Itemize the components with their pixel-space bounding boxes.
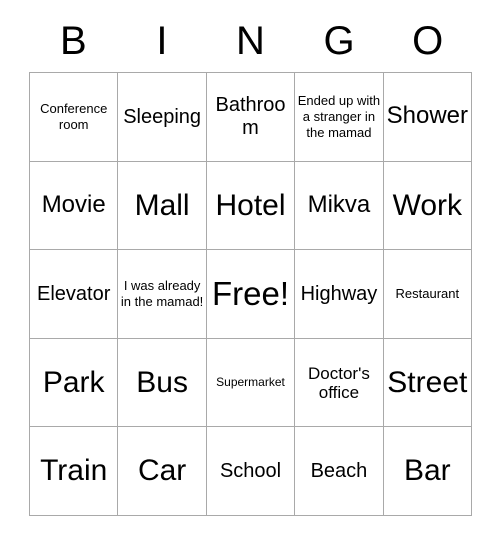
bingo-row: Train Car School Beach Bar — [30, 427, 473, 516]
bingo-cell-label: Bus — [136, 365, 188, 399]
bingo-cell-label: Shower — [386, 102, 469, 130]
bingo-grid: Conference room Sleeping Bathroom Ended … — [29, 72, 473, 516]
bingo-cell[interactable]: School — [206, 427, 296, 516]
bingo-cell-label: Movie — [41, 190, 106, 218]
bingo-cell[interactable]: Bathroom — [206, 73, 296, 162]
bingo-card: B I N G O Conference room Sleeping Bathr… — [29, 10, 473, 516]
bingo-cell[interactable]: Park — [30, 338, 119, 428]
bingo-cell[interactable]: Supermarket — [206, 338, 296, 428]
bingo-cell[interactable]: Car — [118, 427, 207, 516]
bingo-cell[interactable]: Conference room — [30, 73, 119, 162]
bingo-cell-label: Ended up with a stranger in the mamad — [297, 93, 381, 140]
bingo-cell[interactable]: Train — [30, 427, 119, 516]
bingo-cell-label: Restaurant — [395, 286, 460, 302]
bingo-header-letter-b: B — [59, 19, 87, 63]
bingo-cell-label: Highway — [300, 282, 378, 305]
bingo-cell[interactable]: Shower — [383, 73, 473, 162]
bingo-cell-label: Hotel — [215, 188, 286, 222]
bingo-row: Conference room Sleeping Bathroom Ended … — [30, 73, 473, 162]
bingo-cell[interactable]: I was already in the mamad! — [118, 250, 207, 339]
bingo-cell[interactable]: Ended up with a stranger in the mamad — [295, 73, 384, 162]
bingo-cell-label: Conference room — [40, 101, 108, 132]
bingo-row: Park Bus Supermarket Doctor's office Str… — [30, 338, 473, 428]
bingo-cell[interactable]: Highway — [295, 250, 384, 339]
bingo-cell-label: Free! — [212, 274, 290, 312]
bingo-cell[interactable]: Mall — [118, 161, 207, 251]
bingo-cell[interactable]: Bar — [383, 427, 473, 516]
bingo-row: Elevator I was already in the mamad! Fre… — [30, 250, 473, 339]
bingo-cell[interactable]: Sleeping — [118, 73, 207, 162]
bingo-cell-label: Elevator — [37, 282, 111, 305]
bingo-cell[interactable]: Restaurant — [383, 250, 473, 339]
bingo-header: B I N G O — [29, 10, 472, 72]
bingo-cell[interactable]: Work — [383, 161, 473, 251]
bingo-cell-label: Work — [392, 188, 463, 222]
bingo-header-letter-o: O — [412, 19, 444, 63]
bingo-header-letter-i: I — [156, 19, 168, 63]
bingo-cell[interactable]: Movie — [30, 161, 119, 251]
bingo-cell-label: Bar — [403, 454, 451, 488]
bingo-cell-label: Park — [42, 365, 105, 399]
bingo-header-letter-g: G — [323, 19, 355, 63]
bingo-cell-label: Mall — [134, 188, 190, 222]
bingo-cell[interactable]: Elevator — [30, 250, 119, 339]
bingo-cell-label: Mikva — [307, 190, 371, 218]
bingo-cell-label: Beach — [310, 459, 368, 482]
bingo-cell[interactable]: Beach — [295, 427, 384, 516]
bingo-cell-label: Car — [137, 454, 187, 488]
bingo-cell[interactable]: Bus — [118, 338, 207, 428]
bingo-cell[interactable]: Hotel — [206, 161, 296, 251]
bingo-cell-label: I was already in the mamad! — [120, 278, 204, 309]
bingo-cell[interactable]: Doctor's office — [295, 338, 384, 428]
bingo-cell-label: School — [219, 459, 282, 482]
bingo-cell-label: Supermarket — [216, 374, 285, 389]
bingo-row: Movie Mall Hotel Mikva Work — [30, 161, 473, 251]
bingo-cell-label: Train — [40, 454, 108, 488]
bingo-cell-label: Doctor's office — [308, 363, 370, 402]
bingo-cell-label: Bathroom — [215, 94, 286, 139]
bingo-cell-label: Street — [387, 365, 468, 399]
bingo-cell[interactable]: Street — [383, 338, 473, 428]
bingo-cell[interactable]: Mikva — [295, 161, 384, 251]
bingo-cell-label: Sleeping — [123, 105, 202, 128]
bingo-header-letter-n: N — [236, 19, 265, 63]
bingo-cell-free[interactable]: Free! — [206, 250, 296, 339]
